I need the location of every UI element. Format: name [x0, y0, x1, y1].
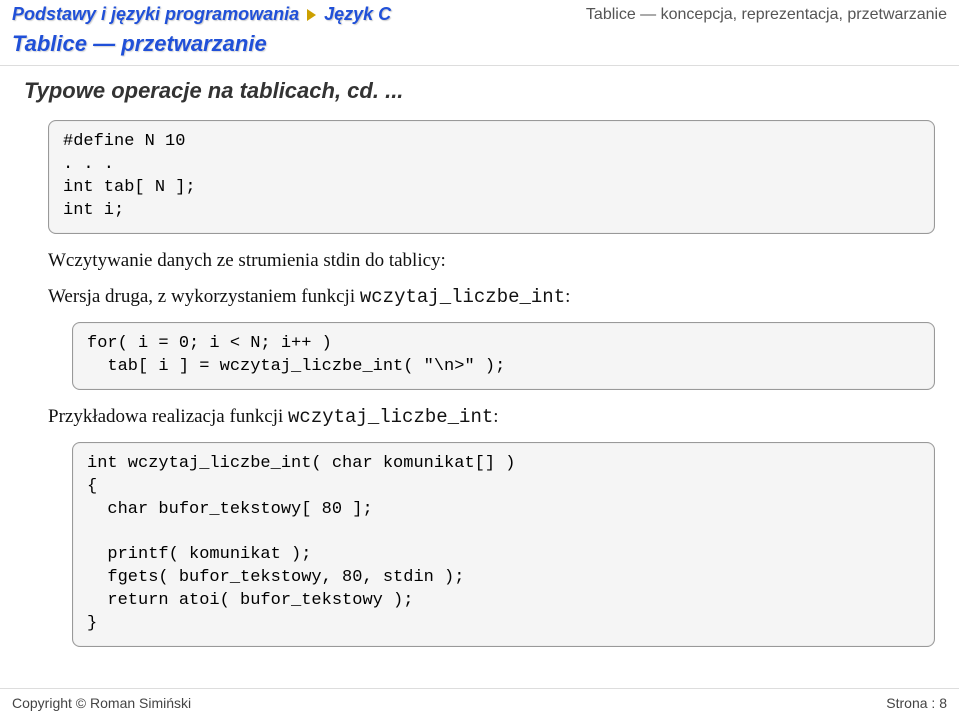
text-pre: Przykładowa realizacja funkcji	[48, 406, 288, 427]
slide-footer: Copyright © Roman Simiński Strona : 8	[0, 688, 959, 719]
topic-path: Tablice — koncepcja, reprezentacja, prze…	[586, 4, 947, 24]
page-number: Strona : 8	[886, 695, 947, 711]
paragraph-version-two: Wersja druga, z wykorzystaniem funkcji w…	[48, 286, 935, 308]
slide-content: Typowe operacje na tablicach, cd. ... #d…	[0, 66, 959, 688]
paragraph-example-impl: Przykładowa realizacja funkcji wczytaj_l…	[48, 406, 935, 428]
section-title: Tablice — przetwarzanie	[12, 31, 267, 56]
code-block-declarations: #define N 10 . . . int tab[ N ]; int i;	[48, 120, 935, 234]
text-pre: Wersja druga, z wykorzystaniem funkcji	[48, 286, 360, 307]
func-name-inline: wczytaj_liczbe_int	[360, 286, 565, 308]
code-block-for-loop: for( i = 0; i < N; i++ ) tab[ i ] = wczy…	[72, 322, 935, 390]
func-name-inline: wczytaj_liczbe_int	[288, 406, 493, 428]
arrow-right-icon	[307, 9, 316, 21]
slide-title: Typowe operacje na tablicach, cd. ...	[24, 78, 935, 104]
code-block-function-def: int wczytaj_liczbe_int( char komunikat[]…	[72, 442, 935, 648]
slide-header: Podstawy i języki programowania Język C …	[0, 0, 959, 25]
text-post: :	[565, 286, 570, 307]
language-label: Język C	[324, 4, 391, 25]
header-left-group: Podstawy i języki programowania Język C	[12, 4, 391, 25]
course-title: Podstawy i języki programowania	[12, 4, 299, 25]
slide-subheader: Tablice — przetwarzanie	[0, 25, 959, 66]
text-post: :	[493, 406, 498, 427]
copyright-text: Copyright © Roman Simiński	[12, 695, 191, 711]
paragraph-reading-stdin: Wczytywanie danych ze strumienia stdin d…	[48, 250, 935, 272]
